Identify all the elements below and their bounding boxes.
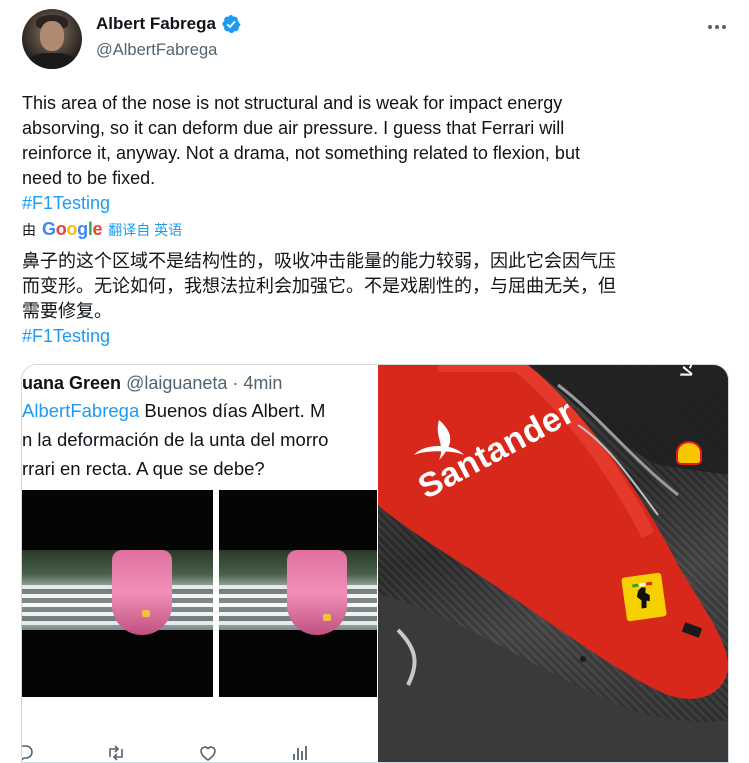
translated-line: 鼻子的这个区域不是结构性的，吸收冲击能量的能力较弱，因此它会因气压 bbox=[22, 251, 616, 271]
translation-attribution: 由 Google 翻译自 英语 bbox=[22, 219, 182, 240]
translated-line: 需要修复。 bbox=[22, 301, 112, 321]
image-marker bbox=[323, 614, 331, 621]
quoted-text-line: n la deformación de la unta del morro bbox=[22, 429, 329, 450]
quoted-mention: AlbertFabrega bbox=[22, 400, 140, 421]
shell-logo bbox=[676, 441, 702, 465]
ferrari-nose-photo[interactable]: Santander V-Power bbox=[378, 365, 728, 762]
translated-text: 鼻子的这个区域不是结构性的，吸收冲击能量的能力较弱，因此它会因气压 而变形。无论… bbox=[22, 249, 727, 349]
tweet-line: This area of the nose is not structural … bbox=[22, 93, 563, 113]
quoted-text-line: rrari en recta. A que se debe? bbox=[22, 458, 265, 479]
quoted-author-handle-time: @laiguaneta · 4min bbox=[126, 373, 283, 393]
quoted-text-rest: Buenos días Albert. M bbox=[139, 400, 326, 421]
google-logo: Google bbox=[42, 219, 103, 239]
translated-by-label: 由 bbox=[22, 221, 36, 238]
author-handle[interactable]: @AlbertFabrega bbox=[96, 41, 217, 60]
hashtag-link[interactable]: #F1Testing bbox=[22, 324, 727, 349]
avatar-face bbox=[40, 21, 64, 51]
prancing-horse-icon bbox=[632, 581, 653, 609]
reply-icon bbox=[22, 745, 33, 761]
tweet-line: absorving, so it can deform due air pres… bbox=[22, 118, 565, 138]
tweet-media[interactable]: uana Green @laiguaneta · 4min AlbertFabr… bbox=[21, 364, 729, 763]
quoted-image-1 bbox=[22, 490, 213, 697]
translated-line: 而变形。无论如何，我想法拉利会加强它。不是戏剧性的，与屈曲无关，但 bbox=[22, 276, 616, 296]
image-marker bbox=[142, 610, 150, 617]
image-nose bbox=[112, 550, 172, 635]
quoted-tweet-screenshot[interactable]: uana Green @laiguaneta · 4min AlbertFabr… bbox=[22, 365, 377, 762]
author-display-name[interactable]: Albert Fabrega bbox=[96, 14, 216, 34]
ferrari-badge bbox=[621, 572, 667, 622]
translated-from-link[interactable]: 翻译自 英语 bbox=[108, 220, 182, 240]
hashtag-link[interactable]: #F1Testing bbox=[22, 191, 722, 216]
author-name-row: Albert Fabrega bbox=[96, 14, 241, 34]
tweet-line: need to be fixed. bbox=[22, 168, 156, 188]
tweet-text: This area of the nose is not structural … bbox=[22, 91, 722, 216]
avatar-shirt bbox=[28, 53, 76, 69]
image-nose bbox=[287, 550, 347, 635]
quoted-actions-row bbox=[22, 741, 377, 762]
quoted-author-name: uana Green bbox=[22, 373, 122, 393]
retweet-icon bbox=[109, 745, 123, 761]
verified-badge-icon bbox=[222, 15, 241, 33]
avatar[interactable] bbox=[22, 9, 82, 69]
tweet-line: reinforce it, anyway. Not a drama, not s… bbox=[22, 143, 580, 163]
quoted-text-line: AlbertFabrega Buenos días Albert. M bbox=[22, 400, 325, 422]
more-options-icon[interactable] bbox=[706, 16, 728, 38]
analytics-icon bbox=[293, 746, 307, 760]
quoted-image-2 bbox=[219, 490, 377, 697]
like-icon bbox=[200, 746, 216, 761]
quoted-author: uana Green @laiguaneta · 4min bbox=[22, 373, 282, 394]
